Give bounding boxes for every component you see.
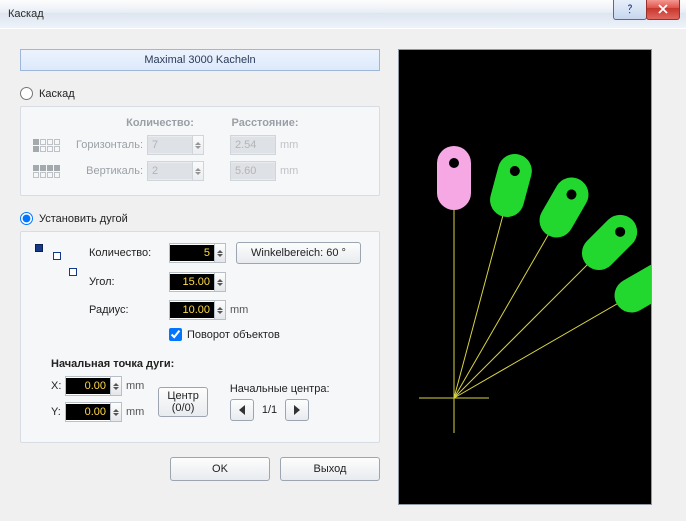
unit-mm: mm [230,304,248,316]
unit-mm: mm [280,165,298,177]
spinner-icon[interactable] [192,136,203,154]
cascade-vert-dist[interactable] [230,161,276,181]
grid-vertical-icon [33,165,63,178]
cascade-horiz-label: Горизонталь: [69,139,147,151]
arc-panel: Количество: Winkelbereich: 60 ° Угол: [20,231,380,443]
mode-arc-radio[interactable]: Установить дугой [20,212,380,225]
start-y-input[interactable] [65,402,122,422]
start-x-label: X: [51,380,65,392]
unit-mm: mm [280,139,298,151]
cascade-vert-label: Вертикаль: [69,165,147,177]
spinner-icon[interactable] [214,301,225,319]
arc-angle-label: Угол: [89,276,169,288]
window-title: Каскад [0,8,44,20]
grid-horizontal-icon [33,139,63,152]
rotate-objects-checkbox[interactable]: Поворот объектов [169,328,280,341]
cascade-vert-qty[interactable] [147,161,204,181]
unit-mm: mm [126,380,144,392]
arc-pattern-icon [33,242,83,282]
spinner-icon[interactable] [110,377,121,395]
cascade-horiz-qty[interactable] [147,135,204,155]
arc-angle-input[interactable] [169,272,226,292]
cascade-horiz-dist[interactable] [230,135,276,155]
mode-cascade-label: Каскад [39,88,75,100]
cascade-header-dist: Расстояние: [215,117,315,129]
center-origin-button[interactable]: Центр (0/0) [158,387,208,417]
origins-next-button[interactable] [285,399,309,421]
close-button[interactable] [646,0,680,20]
triangle-left-icon [238,405,246,415]
start-y-label: Y: [51,406,65,418]
arc-radius-label: Радиус: [89,304,169,316]
cascade-panel: Количество: Расстояние: Горизонталь: [20,106,380,196]
origins-prev-button[interactable] [230,399,254,421]
spinner-icon[interactable] [214,244,225,262]
origins-label: Начальные центра: [230,383,330,395]
spinner-icon[interactable] [110,403,121,421]
spinner-icon[interactable] [192,162,203,180]
triangle-right-icon [293,405,301,415]
close-icon [657,3,669,15]
ok-button[interactable]: OK [170,457,270,481]
arc-start-header: Начальная точка дуги: [51,358,367,370]
arc-radius-input[interactable] [169,300,226,320]
mode-cascade-radio[interactable]: Каскад [20,87,380,100]
unit-mm: mm [126,406,144,418]
origins-index: 1/1 [262,404,277,416]
mode-arc-label: Установить дугой [39,213,128,225]
start-x-input[interactable] [65,376,122,396]
arc-qty-label: Количество: [89,247,169,259]
titlebar: Каскад [0,0,686,29]
cascade-header-qty: Количество: [105,117,215,129]
angle-range-button[interactable]: Winkelbereich: 60 ° [236,242,361,264]
help-icon [624,3,636,15]
arc-qty-input[interactable] [169,243,226,263]
preview-canvas [398,49,652,505]
help-button[interactable] [613,0,647,20]
banner-max-tiles: Maximal 3000 Kacheln [20,49,380,71]
spinner-icon[interactable] [214,273,225,291]
exit-button[interactable]: Выход [280,457,380,481]
